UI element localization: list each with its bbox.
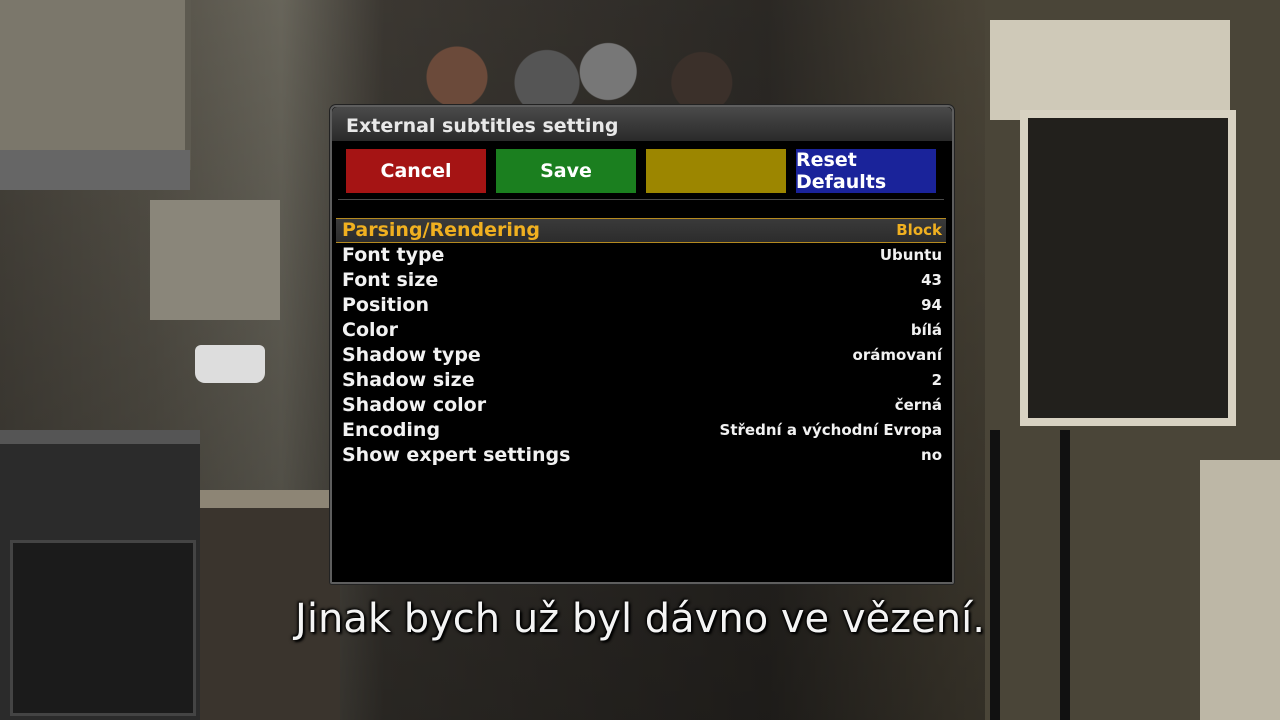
background-cabinet-window	[1020, 110, 1236, 426]
dialog-title: External subtitles setting	[346, 115, 619, 137]
setting-value: Ubuntu	[879, 246, 942, 264]
setting-label: Encoding	[342, 419, 441, 441]
setting-label: Shadow color	[342, 394, 487, 416]
setting-label: Font type	[342, 244, 445, 266]
background-hanging-pots	[385, 0, 745, 110]
setting-label: Shadow type	[342, 344, 481, 366]
reset-defaults-button[interactable]: Reset Defaults	[796, 149, 936, 193]
save-button[interactable]: Save	[496, 149, 636, 193]
setting-label: Font size	[342, 269, 439, 291]
setting-label: Position	[342, 294, 429, 316]
setting-row-show-expert-settings[interactable]: Show expert settings no	[336, 443, 946, 468]
setting-value: 43	[921, 271, 942, 289]
subtitle-text: Jinak bych už byl dávno ve vězení.	[295, 596, 985, 642]
setting-row-encoding[interactable]: Encoding Střední a východní Evropa	[336, 418, 946, 443]
setting-row-shadow-color[interactable]: Shadow color černá	[336, 393, 946, 418]
setting-row-parsing-rendering[interactable]: Parsing/Rendering Block	[336, 218, 946, 243]
background-drawers	[1200, 460, 1280, 720]
yellow-button[interactable]	[646, 149, 786, 193]
setting-row-position[interactable]: Position 94	[336, 293, 946, 318]
background-cabinet	[150, 200, 280, 320]
setting-value: no	[921, 446, 942, 464]
background-pot	[195, 345, 265, 383]
background-window-frame	[990, 20, 1230, 120]
setting-value: černá	[894, 396, 942, 414]
setting-value: 94	[921, 296, 942, 314]
setting-value: Block	[896, 221, 942, 239]
background-cabinet	[0, 0, 191, 170]
background-chair	[990, 430, 1070, 720]
cancel-button[interactable]: Cancel	[346, 149, 486, 193]
setting-value: bílá	[910, 321, 942, 339]
subtitles-settings-dialog: External subtitles setting Cancel Save R…	[330, 105, 954, 584]
setting-row-shadow-size[interactable]: Shadow size 2	[336, 368, 946, 393]
setting-label: Parsing/Rendering	[342, 219, 541, 241]
divider	[338, 199, 944, 200]
setting-value: Střední a východní Evropa	[719, 421, 942, 439]
setting-row-font-size[interactable]: Font size 43	[336, 268, 946, 293]
setting-label: Color	[342, 319, 398, 341]
setting-value: 2	[931, 371, 942, 389]
setting-row-color[interactable]: Color bílá	[336, 318, 946, 343]
background-hood	[0, 150, 190, 190]
dialog-titlebar: External subtitles setting	[332, 107, 952, 141]
setting-label: Show expert settings	[342, 444, 571, 466]
setting-row-font-type[interactable]: Font type Ubuntu	[336, 243, 946, 268]
settings-list: Parsing/Rendering Block Font type Ubuntu…	[336, 218, 946, 468]
setting-row-shadow-type[interactable]: Shadow type orámovaní	[336, 343, 946, 368]
setting-label: Shadow size	[342, 369, 475, 391]
setting-value: orámovaní	[852, 346, 942, 364]
